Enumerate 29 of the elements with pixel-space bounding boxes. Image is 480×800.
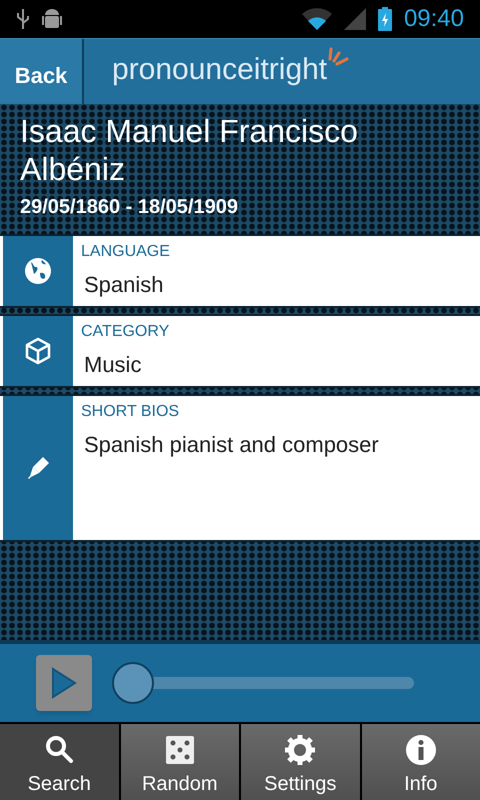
app-logo: pronounceitright — [112, 52, 328, 88]
field-label: CATEGORY — [81, 322, 170, 342]
dice-icon — [164, 734, 196, 766]
tab-button[interactable]: Random — [120, 724, 239, 800]
back-button[interactable]: Back — [0, 39, 84, 104]
person-name: Isaac Manuel Francisco Albéniz — [20, 112, 359, 188]
tab-button[interactable]: Search — [0, 724, 118, 800]
field-value: Spanish — [84, 271, 165, 299]
signal-icon — [344, 8, 366, 30]
clock-time: 09:40 — [404, 4, 464, 34]
battery-icon — [378, 7, 392, 31]
field-value: Spanish pianist and composer — [84, 431, 380, 459]
field-label: SHORT BIOS — [81, 402, 180, 422]
slider-thumb[interactable] — [112, 662, 154, 704]
search-icon — [43, 734, 76, 766]
info-icon — [404, 734, 437, 766]
wifi-icon — [302, 8, 332, 30]
play-icon — [51, 667, 77, 699]
tab-button[interactable]: Info — [362, 724, 480, 800]
play-button[interactable] — [36, 655, 92, 711]
usb-icon — [16, 7, 30, 31]
field-label: LANGUAGE — [81, 242, 171, 262]
field-value: Music — [84, 351, 142, 379]
settings-icon — [284, 734, 316, 766]
globe-icon — [23, 256, 53, 286]
progress-slider[interactable] — [112, 661, 414, 705]
tab-button[interactable]: Settings — [241, 724, 360, 800]
cube-icon — [23, 336, 53, 366]
life-dates: 29/05/1860 - 18/05/1909 — [20, 195, 239, 220]
